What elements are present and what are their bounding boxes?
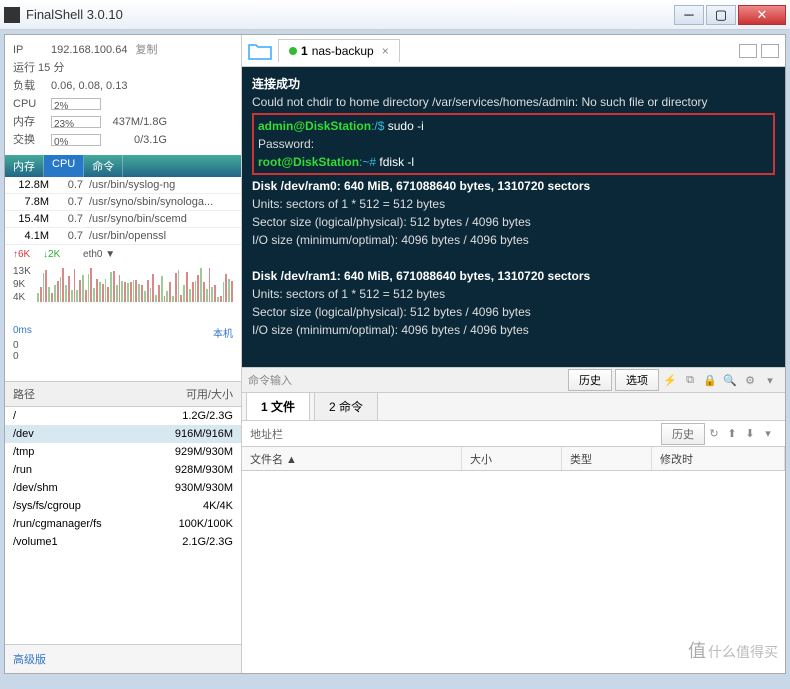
process-row[interactable]: 7.8M0.7/usr/syno/sbin/synologa...: [5, 194, 241, 211]
swap-label: 交换: [13, 131, 51, 149]
process-row[interactable]: 4.1M0.7/usr/bin/openssl: [5, 228, 241, 245]
bottom-tab-cmds[interactable]: 2 命令: [314, 392, 378, 420]
file-history-button[interactable]: 历史: [661, 423, 705, 445]
watermark: 值什么值得买: [688, 637, 778, 663]
status-dot-icon: [289, 47, 297, 55]
load-label: 负载: [13, 77, 51, 95]
lat-value: 0ms: [13, 325, 32, 340]
path-row[interactable]: /volume12.1G/2.3G: [5, 533, 241, 551]
path-row[interactable]: /run/cgmanager/fs100K/100K: [5, 515, 241, 533]
collapse-icon[interactable]: ▾: [761, 374, 779, 387]
minimize-button[interactable]: ─: [674, 5, 704, 25]
file-col-name[interactable]: 文件名 ▲: [242, 447, 462, 470]
path-row[interactable]: /run928M/930M: [5, 461, 241, 479]
mem-label: 内存: [13, 113, 51, 131]
close-tab-icon[interactable]: ×: [382, 44, 389, 58]
window-title: FinalShell 3.0.10: [26, 7, 672, 22]
lock-icon[interactable]: 🔒: [701, 374, 719, 387]
app-icon: [4, 7, 20, 23]
file-col-modified[interactable]: 修改时: [652, 447, 785, 470]
view-split-icon[interactable]: [761, 44, 779, 58]
collapse2-icon[interactable]: ▾: [759, 427, 777, 440]
path-row[interactable]: /1.2G/2.3G: [5, 407, 241, 425]
proc-tab-mem[interactable]: 内存: [5, 155, 44, 177]
net-up: ↑6K: [13, 249, 30, 260]
process-row[interactable]: 12.8M0.7/usr/bin/syslog-ng: [5, 177, 241, 194]
session-tab[interactable]: 1 nas-backup ×: [278, 39, 400, 62]
copy-link[interactable]: 复制: [135, 41, 157, 59]
proc-tab-cpu[interactable]: CPU: [44, 155, 84, 177]
close-button[interactable]: ✕: [738, 5, 786, 25]
path-row[interactable]: /dev916M/916M: [5, 425, 241, 443]
search-icon[interactable]: 🔍: [721, 374, 739, 387]
file-col-size[interactable]: 大小: [462, 447, 562, 470]
bottom-tab-files[interactable]: 1 文件: [246, 392, 310, 420]
process-row[interactable]: 15.4M0.7/usr/syno/bin/scemd: [5, 211, 241, 228]
folder-icon[interactable]: [248, 42, 272, 60]
cmd-input-label[interactable]: 命令输入: [248, 372, 565, 388]
highlighted-commands: admin@DiskStation:/$ sudo -i Password: r…: [252, 113, 775, 175]
mem-bar: 23%: [51, 116, 101, 128]
mem-usage: 437M/1.8G: [105, 113, 167, 131]
path-col-size[interactable]: 可用/大小: [143, 386, 233, 402]
swap-usage: 0/3.1G: [105, 131, 167, 149]
load-value: 0.06, 0.08, 0.13: [51, 77, 127, 95]
refresh-icon[interactable]: ↻: [705, 427, 723, 440]
history-button[interactable]: 历史: [568, 369, 612, 391]
terminal[interactable]: 连接成功 Could not chdir to home directory /…: [242, 67, 785, 367]
copy-icon[interactable]: ⧉: [681, 374, 699, 387]
cpu-label: CPU: [13, 95, 51, 113]
swap-bar: 0%: [51, 134, 101, 146]
maximize-button[interactable]: ▢: [706, 5, 736, 25]
download-icon[interactable]: ⬇: [741, 427, 759, 440]
path-col-path[interactable]: 路径: [13, 386, 143, 402]
cpu-bar: 2%: [51, 98, 101, 110]
net-chart: [37, 262, 233, 302]
options-button[interactable]: 选项: [615, 369, 659, 391]
bolt-icon[interactable]: ⚡: [661, 374, 679, 387]
ip-label: IP: [13, 41, 51, 59]
lat-host[interactable]: 本机: [213, 325, 233, 340]
net-down: ↓2K: [43, 249, 60, 260]
path-row[interactable]: /dev/shm930M/930M: [5, 479, 241, 497]
file-col-type[interactable]: 类型: [562, 447, 652, 470]
ip-value: 192.168.100.64: [51, 41, 127, 59]
address-label: 地址栏: [250, 426, 283, 442]
path-row[interactable]: /sys/fs/cgroup4K/4K: [5, 497, 241, 515]
path-row[interactable]: /tmp929M/930M: [5, 443, 241, 461]
gear-icon[interactable]: ⚙: [741, 374, 759, 387]
view-grid-icon[interactable]: [739, 44, 757, 58]
advanced-link[interactable]: 高级版: [5, 644, 241, 673]
proc-tab-cmd[interactable]: 命令: [84, 155, 123, 177]
upload-icon[interactable]: ⬆: [723, 427, 741, 440]
net-if[interactable]: eth0 ▼: [83, 249, 115, 260]
uptime: 运行 15 分: [13, 59, 233, 77]
